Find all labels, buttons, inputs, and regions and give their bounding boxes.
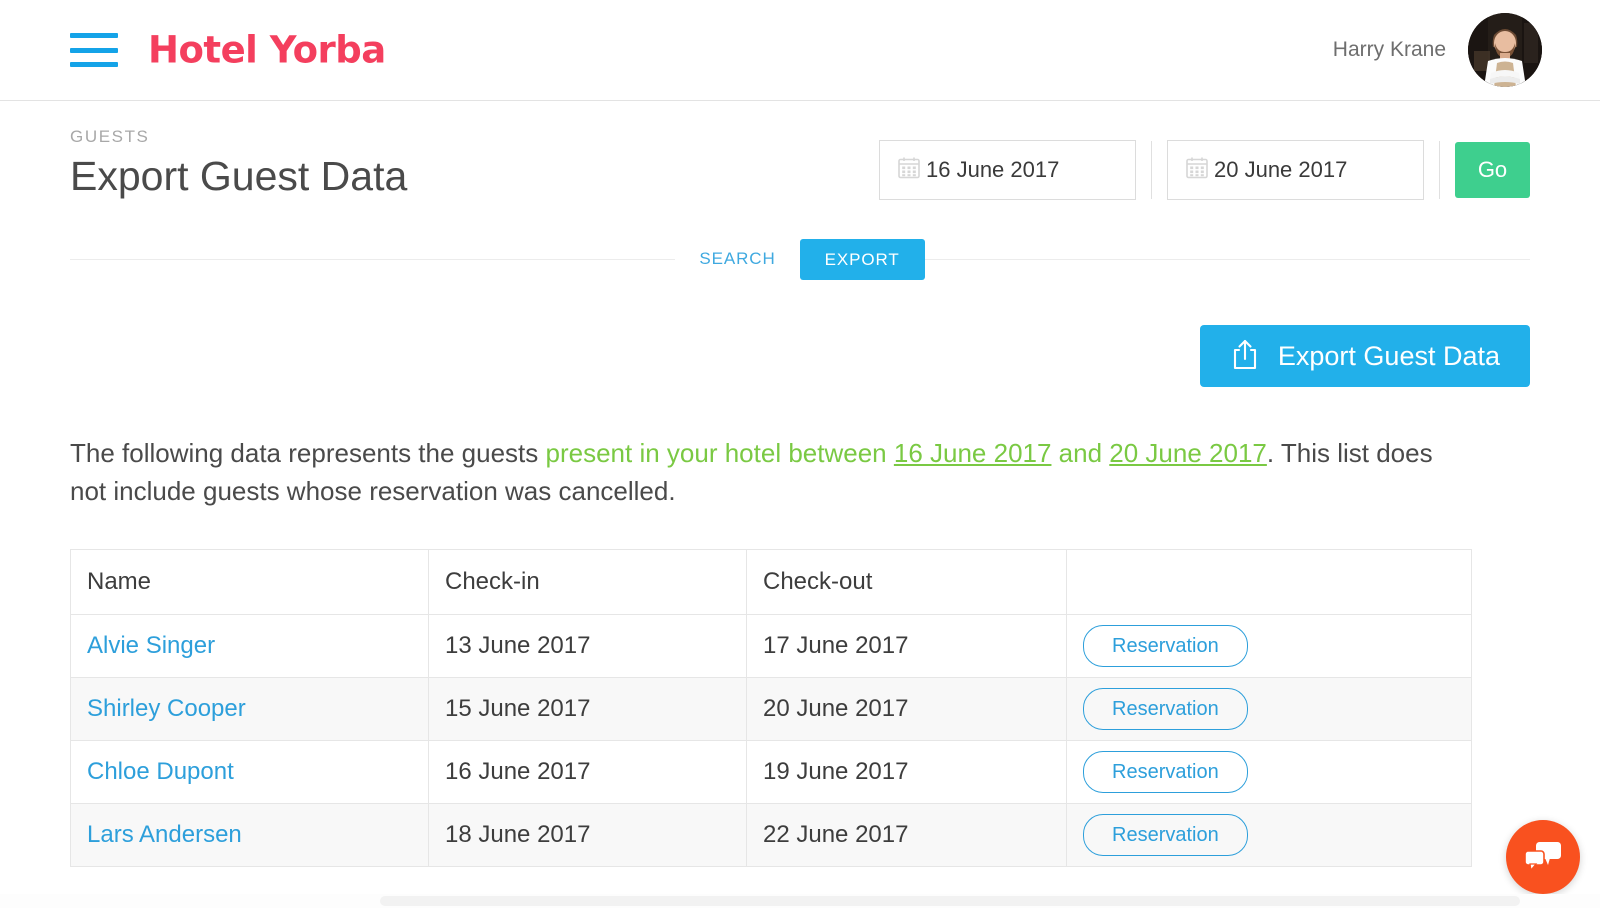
export-action-row: Export Guest Data — [70, 325, 1530, 388]
start-date-input[interactable]: 16 June 2017 — [879, 140, 1136, 200]
tab-bar: SEARCH EXPORT — [70, 238, 1530, 280]
guest-link[interactable]: Lars Andersen — [87, 821, 242, 848]
column-header-name: Name — [70, 548, 429, 615]
column-header-actions — [1066, 548, 1472, 615]
action-cell: Reservation — [1066, 613, 1472, 678]
action-cell: Reservation — [1066, 676, 1472, 741]
page-heading-group: GUESTS Export Guest Data — [70, 127, 407, 200]
end-date-input[interactable]: 20 June 2017 — [1167, 140, 1424, 200]
guest-link[interactable]: Shirley Cooper — [87, 695, 246, 722]
scrollbar-thumb[interactable] — [380, 896, 1520, 906]
end-date-value: 20 June 2017 — [1214, 157, 1348, 182]
description-start-date[interactable]: 16 June 2017 — [894, 438, 1052, 468]
guest-name-cell: Chloe Dupont — [70, 739, 429, 804]
share-upload-icon — [1230, 338, 1260, 374]
check-in-cell: 13 June 2017 — [428, 613, 747, 678]
table-header-row: Name Check-in Check-out — [70, 548, 1472, 615]
page-title: Export Guest Data — [70, 153, 408, 199]
go-button[interactable]: Go — [1455, 142, 1530, 198]
date-range-controls: 16 June 2017 20 June 2017 Go — [879, 140, 1530, 200]
tab-rule-right — [924, 258, 1530, 260]
column-header-check-in: Check-in — [428, 548, 747, 615]
hamburger-bar-1 — [70, 33, 118, 38]
calendar-icon — [896, 155, 922, 186]
start-date-value: 16 June 2017 — [926, 157, 1060, 182]
action-cell: Reservation — [1066, 739, 1472, 804]
guest-link[interactable]: Chloe Dupont — [87, 758, 234, 785]
hamburger-bar-3 — [70, 62, 118, 67]
table-row: Lars Andersen 18 June 2017 22 June 2017 … — [70, 802, 1472, 867]
guest-name-cell: Shirley Cooper — [70, 676, 429, 741]
calendar-icon — [1184, 155, 1210, 186]
check-out-cell: 17 June 2017 — [746, 613, 1067, 678]
user-name-label: Harry Krane — [1332, 38, 1446, 61]
guest-name-cell: Alvie Singer — [70, 613, 429, 678]
chat-widget-button[interactable] — [1506, 820, 1580, 894]
user-menu[interactable]: Harry Krane — [1333, 13, 1542, 87]
action-cell: Reservation — [1066, 802, 1472, 867]
table-row: Shirley Cooper 15 June 2017 20 June 2017… — [70, 676, 1472, 741]
check-in-cell: 16 June 2017 — [428, 739, 747, 804]
chat-bubbles-icon — [1524, 842, 1561, 872]
column-header-check-out: Check-out — [746, 548, 1067, 615]
page-content: GUESTS Export Guest Data 16 June 2017 20… — [0, 101, 1600, 867]
top-header-bar: Hotel Yorba Harry Krane — [0, 0, 1600, 101]
brand-logo[interactable]: Hotel Yorba — [148, 29, 386, 72]
table-header: Name Check-in Check-out — [70, 548, 1472, 615]
breadcrumb: GUESTS — [70, 127, 150, 146]
reservation-button[interactable]: Reservation — [1083, 687, 1248, 730]
guest-name-cell: Lars Andersen — [70, 802, 429, 867]
hamburger-bar-2 — [70, 47, 118, 53]
check-out-cell: 19 June 2017 — [746, 739, 1067, 804]
divider-1 — [1151, 141, 1152, 199]
app-viewport: Hotel Yorba Harry Krane GUESTS Export Gu… — [0, 0, 1600, 908]
description-green2: and — [1051, 438, 1110, 469]
guest-table: Name Check-in Check-out Alvie Singer 13 … — [70, 548, 1472, 867]
reservation-button[interactable]: Reservation — [1083, 813, 1248, 856]
check-in-cell: 15 June 2017 — [428, 676, 747, 741]
page-title-row: GUESTS Export Guest Data 16 June 2017 20… — [70, 101, 1530, 200]
divider-2 — [1439, 141, 1440, 199]
avatar[interactable] — [1468, 13, 1542, 87]
table-row: Chloe Dupont 16 June 2017 19 June 2017 R… — [70, 739, 1472, 804]
tab-rule-left — [70, 258, 676, 260]
tab-export[interactable]: EXPORT — [799, 238, 925, 280]
description-text: The following data represents the guests… — [70, 435, 1470, 510]
description-part1: The following data represents the guests — [70, 438, 546, 469]
hamburger-menu-icon[interactable] — [70, 33, 118, 67]
check-out-cell: 22 June 2017 — [746, 802, 1067, 867]
description-green1: present in your hotel between — [545, 438, 894, 469]
check-in-cell: 18 June 2017 — [428, 802, 747, 867]
avatar-photo — [1468, 13, 1542, 87]
reservation-button[interactable]: Reservation — [1083, 750, 1248, 793]
table-body: Alvie Singer 13 June 2017 17 June 2017 R… — [70, 613, 1472, 867]
export-button-label: Export Guest Data — [1277, 340, 1500, 371]
check-out-cell: 20 June 2017 — [746, 676, 1067, 741]
guest-table-wrapper: Name Check-in Check-out Alvie Singer 13 … — [70, 548, 1530, 867]
export-guest-data-button[interactable]: Export Guest Data — [1199, 325, 1530, 388]
tab-search[interactable]: SEARCH — [675, 249, 799, 269]
horizontal-scrollbar[interactable] — [0, 894, 1600, 908]
guest-link[interactable]: Alvie Singer — [87, 632, 215, 659]
table-row: Alvie Singer 13 June 2017 17 June 2017 R… — [70, 613, 1472, 678]
description-end-date[interactable]: 20 June 2017 — [1109, 438, 1267, 468]
reservation-button[interactable]: Reservation — [1083, 624, 1248, 667]
